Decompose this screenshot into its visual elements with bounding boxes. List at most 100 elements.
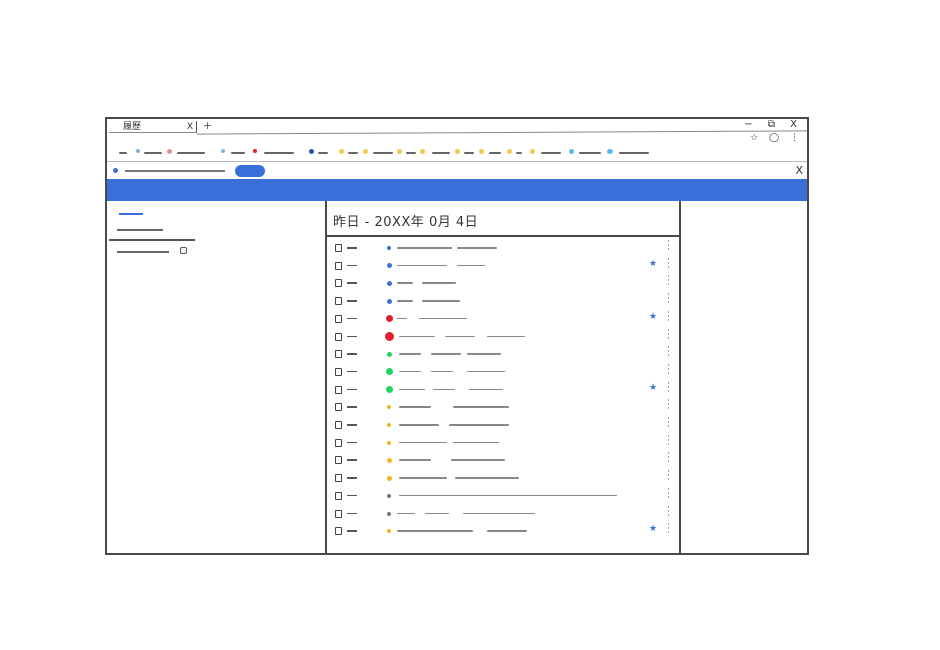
- row-text[interactable]: [431, 370, 453, 373]
- history-row[interactable]: ★ · · ·: [327, 308, 679, 327]
- bookmark[interactable]: [231, 152, 245, 154]
- more-menu-icon[interactable]: · · ·: [667, 397, 670, 414]
- bookmark[interactable]: [619, 152, 649, 154]
- row-text[interactable]: [455, 477, 519, 479]
- row-text[interactable]: [431, 353, 461, 355]
- bookmark[interactable]: [348, 152, 358, 154]
- row-text[interactable]: [463, 512, 535, 514]
- row-checkbox[interactable]: [335, 385, 342, 394]
- star-icon[interactable]: ★: [649, 259, 657, 269]
- row-text[interactable]: [453, 441, 499, 444]
- row-checkbox[interactable]: [335, 509, 342, 518]
- row-text[interactable]: [397, 282, 413, 284]
- tab-history[interactable]: 履歷 X: [109, 121, 197, 133]
- row-text[interactable]: [419, 317, 467, 320]
- more-menu-icon[interactable]: · · ·: [667, 415, 670, 432]
- row-checkbox[interactable]: [335, 261, 342, 270]
- row-text[interactable]: [397, 264, 447, 267]
- row-text[interactable]: [469, 388, 503, 391]
- row-checkbox[interactable]: [335, 314, 342, 323]
- more-menu-icon[interactable]: · · ·: [667, 485, 670, 502]
- row-checkbox[interactable]: [335, 456, 342, 465]
- bookmark[interactable]: [373, 152, 393, 154]
- bookmark[interactable]: [489, 152, 501, 154]
- row-checkbox[interactable]: [335, 474, 342, 483]
- row-text[interactable]: [399, 353, 421, 355]
- bookmark[interactable]: [144, 152, 162, 154]
- more-menu-icon[interactable]: · · ·: [667, 344, 670, 361]
- history-row[interactable]: · · ·: [327, 503, 679, 522]
- row-checkbox[interactable]: [335, 438, 342, 447]
- row-checkbox[interactable]: [335, 332, 342, 341]
- history-row[interactable]: · · ·: [327, 238, 679, 256]
- row-text[interactable]: [487, 530, 527, 532]
- row-text[interactable]: [399, 441, 447, 444]
- window-controls[interactable]: − ⧉ X: [744, 119, 803, 130]
- bookmark[interactable]: [318, 152, 328, 154]
- row-text[interactable]: [422, 282, 456, 284]
- toolbar-icons[interactable]: ☆ ◯ ⋮: [750, 133, 803, 143]
- row-checkbox[interactable]: [335, 491, 342, 500]
- bookmark[interactable]: [177, 152, 205, 154]
- history-row[interactable]: · · ·: [327, 415, 679, 433]
- star-icon[interactable]: ★: [649, 524, 657, 534]
- row-checkbox[interactable]: [335, 367, 342, 376]
- history-row[interactable]: · · ·: [327, 397, 679, 415]
- row-checkbox[interactable]: [335, 421, 342, 429]
- sidebar-item[interactable]: [117, 251, 169, 253]
- external-link-icon[interactable]: [180, 247, 187, 254]
- history-row[interactable]: ★ · · ·: [327, 379, 679, 398]
- row-text[interactable]: [397, 247, 452, 249]
- row-text[interactable]: [457, 264, 485, 267]
- row-text[interactable]: [451, 459, 505, 461]
- more-menu-icon[interactable]: · · ·: [667, 450, 670, 467]
- star-icon[interactable]: ★: [649, 383, 657, 393]
- row-text[interactable]: [457, 247, 497, 249]
- row-text[interactable]: [445, 335, 475, 337]
- row-text[interactable]: [399, 477, 447, 479]
- row-text[interactable]: [399, 370, 421, 373]
- close-search-icon[interactable]: X: [795, 164, 803, 177]
- more-menu-icon[interactable]: · · ·: [667, 308, 670, 325]
- search-button[interactable]: [235, 165, 265, 177]
- row-text[interactable]: [397, 300, 413, 302]
- new-tab-icon[interactable]: +: [203, 119, 212, 132]
- row-text[interactable]: [422, 300, 460, 302]
- more-menu-icon[interactable]: · · ·: [667, 521, 670, 538]
- more-menu-icon[interactable]: · · ·: [667, 432, 670, 449]
- bookmark[interactable]: [579, 152, 601, 154]
- bookmark[interactable]: [464, 152, 474, 154]
- more-menu-icon[interactable]: · · ·: [667, 361, 670, 378]
- row-text[interactable]: [453, 406, 509, 408]
- history-row[interactable]: · · ·: [327, 468, 679, 486]
- sidebar-item-active[interactable]: [119, 213, 143, 215]
- history-row[interactable]: · · ·: [327, 432, 679, 451]
- row-text[interactable]: [425, 512, 449, 514]
- row-checkbox[interactable]: [335, 279, 342, 288]
- more-menu-icon[interactable]: · · ·: [667, 255, 670, 272]
- history-row[interactable]: · · ·: [327, 291, 679, 309]
- row-text[interactable]: [487, 335, 525, 337]
- history-row[interactable]: · · ·: [327, 450, 679, 468]
- history-row[interactable]: · · ·: [327, 361, 679, 380]
- bookmark[interactable]: [541, 152, 561, 154]
- row-text[interactable]: [399, 494, 617, 497]
- row-text[interactable]: [399, 424, 439, 426]
- row-checkbox[interactable]: [335, 297, 342, 306]
- more-menu-icon[interactable]: · · ·: [667, 273, 670, 290]
- row-text[interactable]: [433, 388, 455, 391]
- more-menu-icon[interactable]: · · ·: [667, 238, 670, 255]
- row-checkbox[interactable]: [335, 527, 342, 536]
- row-checkbox[interactable]: [335, 403, 342, 412]
- bookmark[interactable]: [119, 152, 127, 154]
- row-text[interactable]: [399, 335, 435, 337]
- more-menu-icon[interactable]: · · ·: [667, 468, 670, 485]
- row-checkbox[interactable]: [335, 350, 342, 359]
- search-input[interactable]: [125, 170, 225, 172]
- row-checkbox[interactable]: [335, 244, 342, 252]
- bookmark[interactable]: [264, 152, 294, 154]
- more-menu-icon[interactable]: · · ·: [667, 379, 670, 396]
- row-text[interactable]: [397, 317, 407, 320]
- row-text[interactable]: [467, 370, 505, 373]
- bookmark[interactable]: [516, 152, 522, 154]
